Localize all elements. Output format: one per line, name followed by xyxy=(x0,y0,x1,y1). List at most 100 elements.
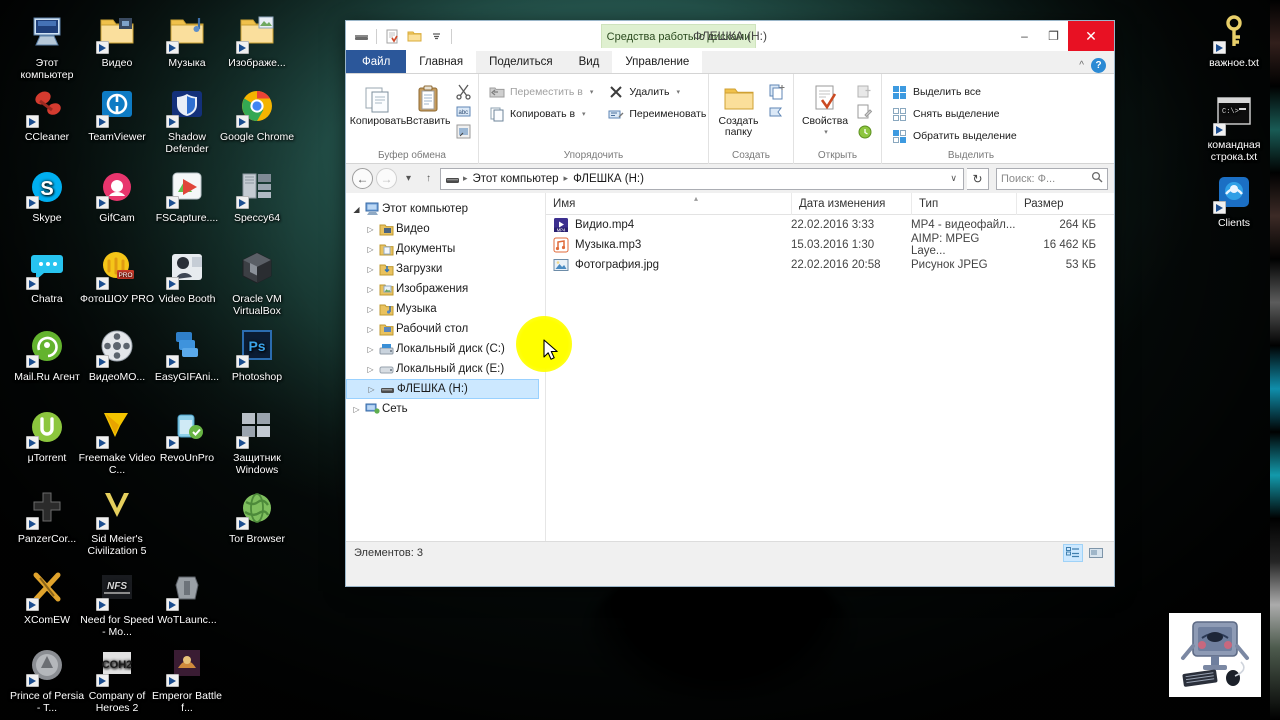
tree-item-6[interactable]: ▷ Рабочий стол xyxy=(346,319,545,339)
tab-share[interactable]: Поделиться xyxy=(476,50,566,73)
tree-collapsed-caret-icon[interactable]: ▷ xyxy=(364,345,377,354)
breadcrumb-flashka[interactable]: ФЛЕШКА (H:) xyxy=(571,173,646,185)
copy-path-icon[interactable]: abc xyxy=(455,103,472,120)
tree-collapsed-caret-icon[interactable]: ▷ xyxy=(350,405,363,414)
copy-to-caret-icon[interactable]: ▾ xyxy=(582,110,586,118)
desktop-icon-videomontage-icon[interactable]: ВидеоМО... xyxy=(78,328,156,383)
tree-item-2[interactable]: ▷ Документы xyxy=(346,239,545,259)
file-row[interactable]: MP4 Видио.mp4 22.02.2016 3:33 MP4 - видеофа… xyxy=(546,215,1114,235)
desktop-icon-easygifanimator-icon[interactable]: EasyGIFAni... xyxy=(148,328,226,383)
desktop-icon-skype-icon[interactable]: S Skype xyxy=(8,169,86,224)
new-folder-button[interactable]: Создать папку xyxy=(713,80,764,138)
close-button[interactable]: ✕ xyxy=(1068,21,1114,51)
tree-collapsed-caret-icon[interactable]: ▷ xyxy=(364,365,377,374)
large-icons-view-button[interactable] xyxy=(1086,544,1106,562)
properties-button[interactable]: Свойства ▾ xyxy=(798,80,852,138)
tree-collapsed-caret-icon[interactable]: ▷ xyxy=(364,325,377,334)
tree-collapsed-caret-icon[interactable]: ▷ xyxy=(365,385,378,394)
tree-collapsed-caret-icon[interactable]: ▷ xyxy=(364,225,377,234)
history-icon[interactable] xyxy=(856,123,873,140)
properties-icon[interactable] xyxy=(382,26,402,46)
tree-item-4[interactable]: ▷ Изображения xyxy=(346,279,545,299)
maximize-button[interactable]: ❐ xyxy=(1039,21,1068,51)
column-header-type[interactable]: Тип xyxy=(911,192,1016,215)
desktop-icon-virtualbox-icon[interactable]: Oracle VM VirtualBox xyxy=(218,250,296,317)
edit-icon[interactable] xyxy=(856,103,873,120)
delete-caret-icon[interactable]: ▾ xyxy=(676,88,680,96)
desktop-icon-key-icon[interactable]: важное.txt xyxy=(1195,14,1273,69)
new-folder-icon[interactable] xyxy=(404,26,424,46)
properties-caret-icon[interactable]: ▾ xyxy=(824,127,828,138)
desktop-icon-photoshop-icon[interactable]: Ps Photoshop xyxy=(218,328,296,383)
desktop-icon-clients-icon[interactable]: Clients xyxy=(1195,174,1273,229)
refresh-button[interactable]: ↻ xyxy=(967,167,989,190)
desktop-icon-pictures-folder-icon[interactable]: Изображе... xyxy=(218,14,296,69)
desktop-icon-windows-defender-icon[interactable]: Защитник Windows xyxy=(218,409,296,476)
desktop-icon-freemake-icon[interactable]: Freemake Video C... xyxy=(78,409,156,476)
easy-access-icon[interactable] xyxy=(768,103,785,120)
desktop-icon-computer-icon[interactable]: Этот компьютер xyxy=(8,14,86,81)
system-menu-icon[interactable] xyxy=(351,26,371,46)
help-icon[interactable]: ? xyxy=(1091,58,1106,73)
tree-item-1[interactable]: ▷ Видео xyxy=(346,219,545,239)
paste-shortcut-icon[interactable] xyxy=(455,123,472,140)
open-with-icon[interactable] xyxy=(856,83,873,100)
desktop-icon-utorrent-icon[interactable]: μTorrent xyxy=(8,409,86,464)
desktop-icon-xcom-icon[interactable]: XComEW xyxy=(8,571,86,626)
tree-item-10[interactable]: ▷ Сеть xyxy=(346,399,545,419)
tree-item-7[interactable]: ▷ Локальный диск (C:) xyxy=(346,339,545,359)
breadcrumb-separator-0[interactable]: ▸ xyxy=(463,173,468,184)
collapse-ribbon-icon[interactable]: ^ xyxy=(1079,60,1084,71)
up-one-level-icon[interactable]: ↑ xyxy=(420,173,437,184)
desktop-icon-revo-uninstaller-icon[interactable]: RevoUnPro xyxy=(148,409,226,464)
tree-collapsed-caret-icon[interactable]: ▷ xyxy=(364,265,377,274)
desktop-icon-prince-of-persia-icon[interactable]: Prince of Persia - T... xyxy=(8,647,86,714)
tree-collapsed-caret-icon[interactable]: ▷ xyxy=(364,305,377,314)
address-bar[interactable]: ▸ Этот компьютер ▸ ФЛЕШКА (H:) ∨ xyxy=(440,167,964,190)
delete-button[interactable]: Удалить ▾ xyxy=(604,82,709,102)
tree-expanded-caret-icon[interactable]: ◢ xyxy=(350,205,363,214)
tree-item-3[interactable]: ▷ Загрузки xyxy=(346,259,545,279)
tab-home[interactable]: Главная xyxy=(406,50,477,73)
desktop-icon-emperor-battle-icon[interactable]: Emperor Battle f... xyxy=(148,647,226,714)
tree-collapsed-caret-icon[interactable]: ▷ xyxy=(364,285,377,294)
desktop-icon-fotoshow-pro-icon[interactable]: PRO ФотоШОУ PRO xyxy=(78,250,156,305)
select-all-button[interactable]: Выделить все xyxy=(888,82,1020,102)
minimize-button[interactable]: – xyxy=(1010,21,1039,51)
tree-collapsed-caret-icon[interactable]: ▷ xyxy=(364,245,377,254)
desktop-icon-chrome-icon[interactable]: Google Chrome xyxy=(218,88,296,143)
desktop-icon-teamviewer-icon[interactable]: TeamViewer xyxy=(78,88,156,143)
tree-item-0[interactable]: ◢ Этот компьютер xyxy=(346,199,545,219)
desktop-icon-tor-browser-icon[interactable]: Tor Browser xyxy=(218,490,296,545)
desktop-icon-video-folder-icon[interactable]: Видео xyxy=(78,14,156,69)
desktop-icon-command-prompt-icon[interactable]: C:\> командная строка.txt xyxy=(1195,96,1273,163)
desktop-icon-chatra-icon[interactable]: Chatra xyxy=(8,250,86,305)
address-history-caret-icon[interactable]: ∨ xyxy=(950,173,959,184)
desktop-icon-gifcam-icon[interactable]: GifCam xyxy=(78,169,156,224)
column-header-date[interactable]: Дата изменения xyxy=(791,192,911,215)
desktop-icon-civilization5-icon[interactable]: Sid Meier's Civilization 5 xyxy=(78,490,156,557)
tree-item-9[interactable]: ▷ ФЛЕШКА (H:) xyxy=(346,379,539,399)
copy-button[interactable]: Копировать xyxy=(350,80,406,127)
column-header-name[interactable]: Имя xyxy=(546,193,791,215)
new-item-icon[interactable] xyxy=(768,83,785,100)
tree-item-5[interactable]: ▷ Музыка xyxy=(346,299,545,319)
file-row[interactable]: Музыка.mp3 15.03.2016 1:30 AIMP: MPEG Laye… xyxy=(546,233,1114,257)
select-none-button[interactable]: Снять выделение xyxy=(888,104,1020,124)
details-view-button[interactable] xyxy=(1063,544,1083,562)
desktop-icon-fscapture-icon[interactable]: FSCapture.... xyxy=(148,169,226,224)
copy-to-button[interactable]: Копировать в ▾ xyxy=(485,104,596,124)
desktop-icon-world-of-tanks-icon[interactable]: WoTLaunc... xyxy=(148,571,226,626)
forward-arrow-icon[interactable]: → xyxy=(376,168,397,189)
search-input[interactable]: Поиск: Ф... xyxy=(996,167,1108,190)
rename-button[interactable]: Переименовать xyxy=(604,104,709,124)
tree-item-8[interactable]: ▷ Локальный диск (E:) xyxy=(346,359,545,379)
desktop-icon-ccleaner-icon[interactable]: CCleaner xyxy=(8,88,86,143)
tab-manage[interactable]: Управление xyxy=(612,50,703,73)
breadcrumb-this-pc[interactable]: Этот компьютер xyxy=(471,173,561,185)
tab-file[interactable]: Файл xyxy=(346,50,407,73)
desktop-icon-panzer-corps-icon[interactable]: PanzerCor... xyxy=(8,490,86,545)
recent-locations-caret-icon[interactable]: ▾ xyxy=(400,173,417,184)
desktop-icon-company-of-heroes-icon[interactable]: COH2 Company of Heroes 2 xyxy=(78,647,156,714)
customize-caret-icon[interactable] xyxy=(426,26,446,46)
